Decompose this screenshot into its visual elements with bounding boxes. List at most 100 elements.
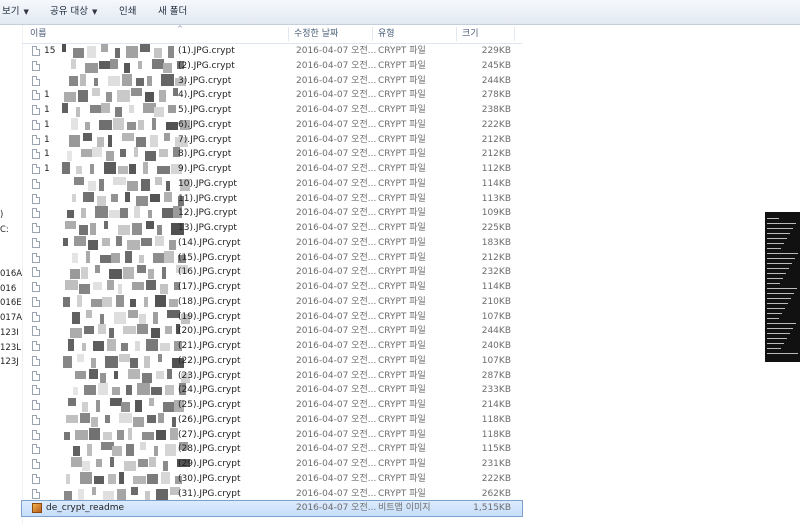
file-row[interactable]: 10).JPG.crypt 2016-04-07 오전... CRYPT 파일 114… [22, 176, 522, 192]
file-icon [32, 164, 40, 174]
redacted-filename-blur [62, 88, 190, 103]
file-type: CRYPT 파일 [378, 355, 426, 366]
share-menu-button[interactable]: 공유 대상 ▼ [50, 0, 97, 24]
column-divider[interactable] [456, 27, 457, 41]
file-date: 2016-04-07 오전... [296, 208, 377, 219]
file-row[interactable]: (15).JPG.crypt 2016-04-07 오전... CRYPT 파일 21… [22, 250, 522, 266]
file-row[interactable]: (22).JPG.crypt 2016-04-07 오전... CRYPT 파일 10… [22, 353, 522, 369]
file-size: 245KB [481, 60, 511, 71]
file-type: CRYPT 파일 [378, 326, 426, 337]
file-row[interactable]: (30).JPG.crypt 2016-04-07 오전... CRYPT 파일 22… [22, 471, 522, 487]
file-row[interactable]: (16).JPG.crypt 2016-04-07 오전... CRYPT 파일 23… [22, 265, 522, 280]
file-row[interactable]: (14).JPG.crypt 2016-04-07 오전... CRYPT 파일 18… [22, 235, 522, 251]
redacted-filename-blur [62, 265, 190, 280]
column-divider[interactable] [372, 27, 373, 41]
file-date: 2016-04-07 오전... [296, 341, 377, 351]
file-row[interactable]: 12).JPG.crypt 2016-04-07 오전... CRYPT 파일 109… [22, 206, 522, 221]
file-date: 2016-04-07 오전... [296, 503, 377, 514]
file-date: 2016-04-07 오전... [296, 267, 377, 278]
redacted-filename-blur [62, 309, 190, 324]
column-header-date[interactable]: 수정한 날짜 [294, 25, 338, 43]
column-header-size[interactable]: 크기 [462, 25, 479, 43]
file-date: 2016-04-07 오전... [296, 252, 377, 263]
file-row[interactable]: (20).JPG.crypt 2016-04-07 오전... CRYPT 파일 24… [22, 324, 522, 339]
file-type: CRYPT 파일 [378, 311, 426, 322]
redacted-filename-blur [62, 398, 190, 412]
file-size: 214KB [481, 400, 511, 410]
file-date: 2016-04-07 오전... [296, 385, 377, 396]
file-row[interactable]: 13).JPG.crypt 2016-04-07 오전... CRYPT 파일 225… [22, 221, 522, 236]
nav-item[interactable]: 123I [0, 328, 19, 338]
file-row[interactable]: (25).JPG.crypt 2016-04-07 오전... CRYPT 파일 21… [22, 398, 522, 413]
file-name-prefix: 1 [44, 149, 50, 160]
file-row[interactable]: (26).JPG.crypt 2016-04-07 오전... CRYPT 파일 11… [22, 412, 522, 428]
file-size: 222KB [481, 473, 511, 484]
file-name: (1).JPG.crypt [178, 46, 235, 56]
nav-item[interactable]: C: [0, 225, 9, 235]
print-button[interactable]: 인쇄 [119, 0, 136, 24]
chevron-down-icon: ▼ [23, 8, 29, 16]
file-type: CRYPT 파일 [378, 178, 426, 189]
file-row[interactable]: 15 (1).JPG.crypt 2016-04-07 오전... CRYPT 파일 2… [22, 44, 522, 59]
redacted-filename-blur [62, 206, 190, 220]
file-size: 231KB [481, 459, 511, 469]
file-size: 240KB [481, 341, 511, 351]
file-row[interactable]: (24).JPG.crypt 2016-04-07 오전... CRYPT 파일 23… [22, 383, 522, 398]
file-row[interactable]: (23).JPG.crypt 2016-04-07 오전... CRYPT 파일 28… [22, 368, 522, 384]
file-row[interactable]: (2).JPG.crypt 2016-04-07 오전... CRYPT 파일 245… [22, 58, 522, 74]
file-date: 2016-04-07 오전... [296, 429, 377, 440]
file-row[interactable]: 3).JPG.crypt 2016-04-07 오전... CRYPT 파일 244K… [22, 73, 522, 89]
file-icon [32, 267, 40, 278]
file-row[interactable]: (21).JPG.crypt 2016-04-07 오전... CRYPT 파일 24… [22, 339, 522, 354]
column-header-type[interactable]: 유형 [378, 25, 395, 43]
file-row[interactable]: 11).JPG.crypt 2016-04-07 오전... CRYPT 파일 113… [22, 191, 522, 207]
file-date: 2016-04-07 오전... [296, 105, 377, 115]
file-type: CRYPT 파일 [378, 193, 426, 204]
sort-ascending-icon: ^ [177, 25, 183, 33]
nav-item[interactable]: 016A [0, 269, 22, 279]
nav-item[interactable]: 123J [0, 357, 19, 367]
file-row[interactable]: de_crypt_readme 2016-04-07 오전... 비트맵 이미지 1,… [21, 500, 523, 517]
file-row[interactable]: 1 6).JPG.crypt 2016-04-07 오전... CRYPT 파일 222… [22, 117, 522, 133]
file-size: 212KB [481, 134, 511, 145]
file-date: 2016-04-07 오전... [296, 46, 377, 56]
new-folder-button[interactable]: 새 폴더 [158, 0, 187, 24]
file-name: (15).JPG.crypt [178, 252, 241, 263]
file-date: 2016-04-07 오전... [296, 75, 377, 86]
nav-item[interactable]: 017A [0, 313, 22, 323]
file-type: CRYPT 파일 [378, 252, 426, 263]
file-name-prefix: 1 [44, 134, 50, 145]
nav-item[interactable]: 016E [0, 298, 22, 308]
file-row[interactable]: (29).JPG.crypt 2016-04-07 오전... CRYPT 파일 23… [22, 457, 522, 472]
file-row[interactable]: 1 9).JPG.crypt 2016-04-07 오전... CRYPT 파일 112… [22, 162, 522, 177]
file-size: 244KB [481, 326, 511, 337]
file-list: 15 (1).JPG.crypt 2016-04-07 오전... CRYPT 파일 2… [21, 44, 523, 517]
nav-item[interactable]: 016 [0, 284, 16, 294]
nav-item[interactable]: 123L [0, 343, 21, 353]
file-icon [32, 149, 40, 160]
nav-item[interactable]: ) [0, 210, 3, 220]
file-row[interactable]: (31).JPG.crypt 2016-04-07 오전... CRYPT 파일 26… [22, 486, 522, 502]
file-type: CRYPT 파일 [378, 105, 426, 115]
file-row[interactable]: (28).JPG.crypt 2016-04-07 오전... CRYPT 파일 11… [22, 442, 522, 457]
file-icon [32, 134, 40, 145]
file-row[interactable]: 1 5).JPG.crypt 2016-04-07 오전... CRYPT 파일 238… [22, 103, 522, 118]
bitmap-image-icon [32, 503, 42, 514]
file-row[interactable]: (18).JPG.crypt 2016-04-07 오전... CRYPT 파일 21… [22, 294, 522, 310]
file-name: (17).JPG.crypt [178, 282, 241, 292]
file-row[interactable]: 1 8).JPG.crypt 2016-04-07 오전... CRYPT 파일 212… [22, 147, 522, 162]
file-name-prefix: 1 [44, 105, 50, 115]
file-row[interactable]: (27).JPG.crypt 2016-04-07 오전... CRYPT 파일 11… [22, 427, 522, 443]
file-row[interactable]: 1 7).JPG.crypt 2016-04-07 오전... CRYPT 파일 212… [22, 132, 522, 148]
column-divider[interactable] [288, 27, 289, 41]
column-header-name[interactable]: 이름 [30, 25, 47, 43]
file-row[interactable]: 1 4).JPG.crypt 2016-04-07 오전... CRYPT 파일 278… [22, 88, 522, 103]
file-size: 107KB [481, 355, 511, 366]
file-row[interactable]: (17).JPG.crypt 2016-04-07 오전... CRYPT 파일 11… [22, 280, 522, 295]
redacted-filename-blur [62, 235, 190, 250]
file-icon [32, 296, 40, 307]
view-menu-button[interactable]: 보기 ▼ [2, 0, 29, 24]
column-divider[interactable] [514, 27, 515, 41]
file-type: CRYPT 파일 [378, 237, 426, 248]
file-row[interactable]: (19).JPG.crypt 2016-04-07 오전... CRYPT 파일 10… [22, 309, 522, 325]
